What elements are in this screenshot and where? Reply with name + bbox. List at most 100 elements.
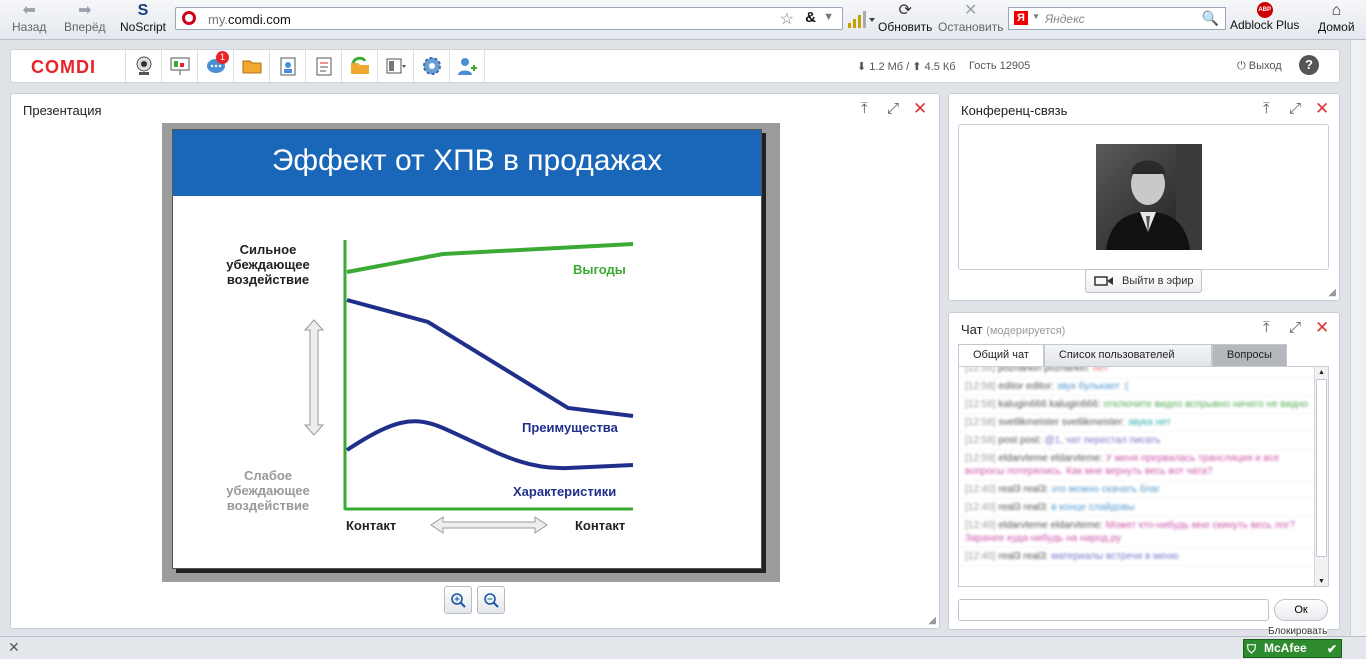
guest-label: Гость 12905 — [969, 60, 1031, 72]
video-area — [958, 124, 1329, 270]
forward-button[interactable]: ➡ Вперёд — [64, 2, 106, 34]
tab-general-chat[interactable]: Общий чат — [958, 344, 1044, 367]
chat-message: [12:58] kalugin666 kalugin666: отключите… — [959, 396, 1328, 414]
back-button[interactable]: ⬅ Назад — [12, 2, 46, 34]
noscript-button[interactable]: S NoScript — [120, 2, 166, 34]
mcafee-shield-icon: ⛉ — [1247, 642, 1257, 656]
star-icon[interactable]: ☆ — [780, 9, 794, 29]
close-icon: ✕ — [964, 2, 978, 19]
app-toolbar: COMDI 1 ⬇ 1.2 Мб / ⬆ 4.5 Кб Гость 12905 … — [10, 49, 1340, 83]
yandex-icon: Я — [1014, 11, 1028, 25]
zoom-in-button[interactable] — [444, 586, 472, 614]
horizontal-double-arrow — [430, 516, 548, 534]
close-icon[interactable]: ✕ — [1315, 100, 1329, 117]
home-icon: ⌂ — [1331, 2, 1342, 19]
share-folder-button[interactable] — [341, 50, 377, 82]
presentation-icon — [170, 57, 189, 75]
browser-statusbar: ✕ ⛉ McAfee ✔ — [0, 636, 1366, 659]
pin-top-icon[interactable]: ⤒ — [1263, 101, 1270, 116]
pin-top-icon[interactable]: ⤒ — [1263, 320, 1270, 335]
add-user-button[interactable] — [449, 50, 485, 82]
help-button[interactable]: ? — [1299, 55, 1319, 75]
advantages-label: Преимущества — [522, 420, 618, 435]
slide-viewer: Эффект от ХПВ в продажах Сильное убеждаю… — [162, 123, 780, 582]
ampersand-icon[interactable]: & — [805, 9, 816, 26]
resize-handle-icon[interactable]: ◢ — [928, 615, 936, 626]
scroll-up-icon[interactable]: ▲ — [1315, 367, 1328, 379]
expand-icon[interactable]: ⤢ — [1289, 320, 1301, 335]
url-text: my.comdi.com — [208, 12, 291, 27]
comdi-logo: COMDI — [31, 57, 96, 77]
power-icon: ⏻ — [1237, 60, 1246, 72]
notes-icon — [316, 57, 331, 76]
chat-input[interactable] — [958, 599, 1269, 621]
arrow-left-icon: ⬅ — [22, 2, 36, 19]
page-scrollbar[interactable] — [1350, 40, 1366, 636]
expand-icon[interactable]: ⤢ — [1289, 101, 1301, 116]
zoom-in-icon — [451, 593, 466, 608]
resize-handle-icon[interactable]: ◢ — [1328, 287, 1336, 298]
notification-badge: 1 — [216, 51, 229, 64]
presentation-button[interactable] — [161, 50, 197, 82]
zoom-out-icon — [484, 593, 499, 608]
chat-message: [12:40] real3 real3: материалы встречи в… — [959, 548, 1328, 566]
vertical-double-arrow — [303, 319, 325, 436]
features-label: Характеристики — [513, 484, 617, 499]
close-icon[interactable]: ✕ — [913, 100, 927, 117]
adblock-icon: ABP — [1256, 2, 1273, 18]
chat-message: [12:5x] pozharkin pozharkin: нет — [959, 367, 1328, 378]
chat-panel: Чат (модерируется) ⤒ ⤢ ✕ Общий чат Списо… — [948, 312, 1340, 630]
signal-icon[interactable] — [848, 10, 875, 28]
expand-icon[interactable]: ⤢ — [887, 101, 899, 116]
tool-buttons: 1 — [125, 50, 485, 82]
opera-icon — [182, 11, 196, 25]
stop-button[interactable]: ✕ Остановить — [938, 2, 1004, 34]
conference-panel: Конференц-связь ⤒ ⤢ ✕ Выйти в эфир ◢ — [948, 93, 1340, 301]
gear-icon — [422, 57, 441, 75]
advantages-line — [346, 298, 634, 418]
slide: Эффект от ХПВ в продажах Сильное убеждаю… — [172, 129, 762, 569]
adblock-button[interactable]: ABP Adblock Plus — [1230, 2, 1299, 32]
search-icon[interactable]: 🔍 — [1202, 10, 1219, 27]
chevron-down-icon[interactable]: ▼ — [1032, 12, 1040, 21]
camera-icon — [1094, 276, 1113, 286]
clipboard-user-button[interactable] — [269, 50, 305, 82]
webcam-button[interactable] — [125, 50, 161, 82]
files-button[interactable] — [233, 50, 269, 82]
address-bar[interactable]: my.comdi.com ☆ & ▼ — [175, 7, 843, 30]
scroll-down-icon[interactable]: ▼ — [1315, 576, 1328, 586]
speaker-avatar — [1106, 144, 1202, 250]
add-user-icon — [458, 58, 477, 75]
logout-button[interactable]: ⏻ Выход — [1237, 60, 1282, 73]
search-input[interactable]: Я ▼ Яндекс 🔍 — [1008, 7, 1226, 30]
chat-message: [12:40] real3 real3: в конце слайдовы — [959, 499, 1328, 517]
send-button[interactable]: Ок — [1274, 599, 1328, 621]
panel-title: Презентация — [23, 103, 102, 118]
speaker-video — [1096, 144, 1202, 250]
chevron-down-icon[interactable]: ▼ — [823, 11, 834, 23]
home-button[interactable]: ⌂ Домой — [1318, 2, 1355, 34]
browser-toolbar: ⬅ Назад ➡ Вперёд S NoScript my.comdi.com… — [0, 0, 1366, 40]
tab-user-list[interactable]: Список пользователей — [1043, 344, 1212, 366]
layout-button[interactable] — [377, 50, 413, 82]
benefits-label: Выгоды — [573, 262, 626, 277]
webcam-icon — [136, 56, 151, 75]
folder-icon — [242, 60, 261, 74]
scrollbar[interactable]: ▲ ▼ — [1314, 367, 1328, 586]
chat-button[interactable]: 1 — [197, 50, 233, 82]
panel-title: Чат (модерируется) — [961, 322, 1066, 337]
mcafee-button[interactable]: ⛉ McAfee ✔ — [1243, 639, 1342, 658]
pin-top-icon[interactable]: ⤒ — [861, 101, 868, 116]
tab-questions[interactable]: Вопросы — [1211, 344, 1287, 366]
settings-button[interactable] — [413, 50, 449, 82]
clipboard-icon — [280, 57, 295, 76]
chat-messages: [12:5x] pozharkin pozharkin: нет [12:58] … — [958, 366, 1329, 587]
notes-button[interactable] — [305, 50, 341, 82]
scroll-thumb[interactable] — [1316, 379, 1327, 557]
close-icon[interactable]: ✕ — [8, 639, 20, 656]
close-icon[interactable]: ✕ — [1315, 319, 1329, 336]
go-live-button[interactable]: Выйти в эфир — [1085, 269, 1202, 293]
chat-message: [12:58] post post: @1, чат перестал писа… — [959, 432, 1328, 450]
reload-button[interactable]: ⟳ Обновить — [878, 2, 932, 34]
zoom-out-button[interactable] — [477, 586, 505, 614]
